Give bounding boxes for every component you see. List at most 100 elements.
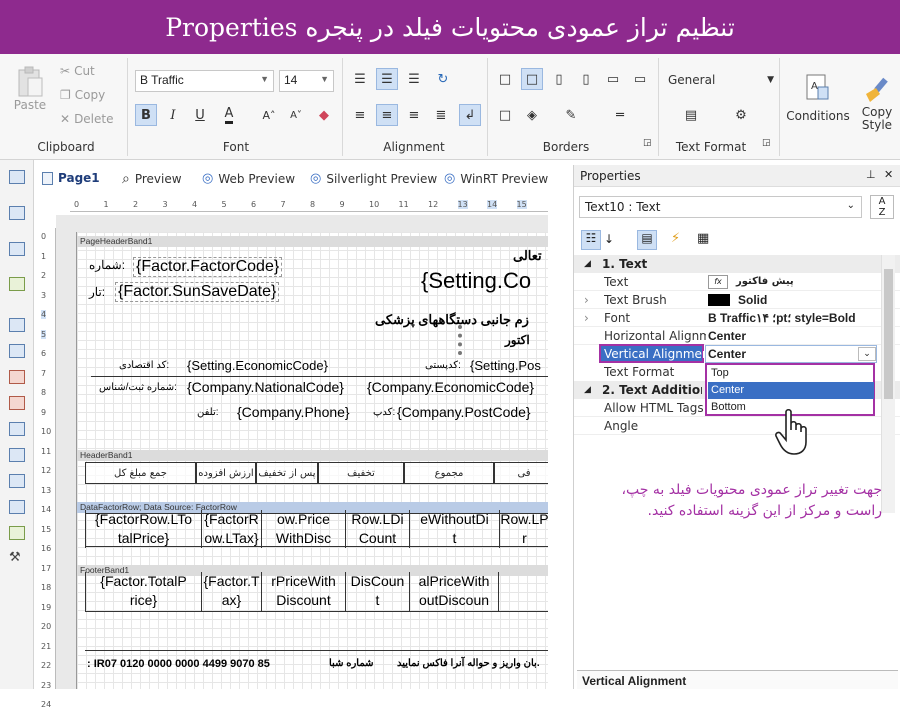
tab-silverlight-preview[interactable]: ◎ Silverlight Preview bbox=[310, 171, 437, 186]
header-cell[interactable]: جمع مبلغ کل bbox=[85, 462, 196, 484]
system-text-icon[interactable] bbox=[9, 396, 25, 410]
format-options-button[interactable]: ⚙ bbox=[730, 104, 752, 126]
dropdown-option-center[interactable]: Center bbox=[708, 382, 874, 399]
band-header-pageheader[interactable]: PageHeaderBand1 bbox=[77, 236, 548, 247]
property-row-vertical-alignment[interactable]: Vertical Alignment Center ⌄ bbox=[574, 344, 900, 363]
scrollbar-thumb[interactable] bbox=[884, 269, 893, 399]
tab-winrt-preview[interactable]: ◎ WinRT Preview bbox=[444, 171, 548, 186]
factor-code-field[interactable]: {Factor.FactorCode} bbox=[133, 257, 283, 277]
font-color-button[interactable]: A bbox=[218, 104, 240, 126]
font-size-combo[interactable]: 14 ▼ bbox=[279, 70, 334, 92]
border-color-button[interactable]: ✎ bbox=[560, 104, 582, 126]
delete-button[interactable]: ✕ Delete bbox=[60, 110, 114, 128]
footer-cell[interactable]: {Factor.T ax} bbox=[201, 572, 261, 612]
align-center-button[interactable]: ≡ bbox=[376, 104, 398, 126]
sort-icon[interactable]: ↓ bbox=[604, 232, 614, 246]
setting-postal-field[interactable]: {Setting.Pos bbox=[470, 358, 541, 373]
word-wrap-button[interactable]: ↲ bbox=[459, 104, 481, 126]
number-format-button[interactable]: ▤ bbox=[680, 104, 702, 126]
component-selector[interactable]: Text10 : Text ⌄ bbox=[579, 196, 862, 218]
richtext-icon[interactable] bbox=[9, 344, 25, 358]
dropdown-option-top[interactable]: Top bbox=[708, 365, 874, 382]
data-cell[interactable]: Row.LDi Count bbox=[345, 510, 409, 548]
text-icon[interactable] bbox=[9, 318, 25, 332]
tab-preview[interactable]: ⌕ Preview bbox=[122, 171, 182, 187]
italic-button[interactable]: I bbox=[162, 104, 184, 126]
container-icon[interactable] bbox=[9, 448, 25, 462]
eraser-button[interactable]: ◆ bbox=[313, 104, 335, 126]
close-icon[interactable]: ✕ bbox=[884, 168, 893, 181]
expand-icon[interactable]: › bbox=[584, 291, 589, 309]
header-cell[interactable]: مجموع bbox=[404, 462, 494, 484]
cross-band-icon[interactable] bbox=[9, 242, 25, 256]
font-family-combo[interactable]: B Traffic ▼ bbox=[135, 70, 274, 92]
align-top-button[interactable]: ☰ bbox=[349, 68, 371, 90]
data-cell[interactable]: eWithoutDi t bbox=[409, 510, 499, 548]
report-tree-icon[interactable] bbox=[9, 170, 25, 184]
border-right-button[interactable]: ▯ bbox=[575, 68, 597, 90]
expand-icon[interactable]: › bbox=[584, 309, 589, 327]
events-icon[interactable]: ⚡ bbox=[671, 231, 680, 246]
header-cell[interactable]: فی bbox=[494, 462, 548, 484]
tab-page1[interactable]: Page1 bbox=[42, 171, 100, 185]
national-code-field[interactable]: {Company.NationalCode} bbox=[187, 379, 344, 395]
company-economic-code-field[interactable]: {Company.EconomicCode} bbox=[367, 379, 534, 395]
align-bottom-button[interactable]: ☰ bbox=[403, 68, 425, 90]
border-left-button[interactable]: ▯ bbox=[548, 68, 570, 90]
copy-style-button[interactable]: Copy Style bbox=[855, 68, 899, 140]
border-none-button[interactable]: □ bbox=[521, 68, 543, 90]
tools-icon[interactable]: ⚒ bbox=[9, 550, 21, 565]
property-row[interactable]: Text fx پیش فاکتور bbox=[574, 273, 900, 291]
resize-handle[interactable] bbox=[458, 325, 462, 355]
band-icon[interactable] bbox=[9, 206, 25, 220]
setting-company-field[interactable]: {Setting.Co bbox=[421, 268, 531, 294]
fill-color-button[interactable]: ◈ bbox=[521, 104, 543, 126]
align-right-button[interactable]: ≡ bbox=[403, 104, 425, 126]
footer-cell[interactable]: rPriceWith Discount bbox=[261, 572, 345, 612]
bold-button[interactable]: B bbox=[135, 104, 157, 126]
company-postcode-field[interactable]: {Company.PostCode} bbox=[397, 404, 531, 420]
data-cell[interactable]: {FactorR ow.LTax} bbox=[201, 510, 261, 548]
expression-icon[interactable]: fx bbox=[708, 275, 728, 289]
underline-button[interactable]: U bbox=[189, 104, 211, 126]
property-row[interactable]: › Text Brush Solid bbox=[574, 291, 900, 309]
property-pages-icon[interactable]: ▦ bbox=[697, 231, 709, 246]
data-cell[interactable]: Row.LP r bbox=[499, 510, 548, 548]
image-icon[interactable] bbox=[9, 277, 25, 291]
properties-view-icon[interactable]: ▤ bbox=[637, 230, 657, 250]
rotate-text-button[interactable]: ↻ bbox=[432, 68, 454, 90]
section-header[interactable]: ◢ 1. Text bbox=[574, 255, 900, 273]
text-format-combo[interactable]: General ▼ bbox=[668, 70, 774, 90]
pin-icon[interactable]: ⊥ bbox=[866, 168, 876, 181]
align-left-button[interactable]: ≡ bbox=[349, 104, 371, 126]
footer-cell[interactable]: DisCoun t bbox=[345, 572, 409, 612]
phone-field[interactable]: {Company.Phone} bbox=[237, 404, 350, 420]
chevron-down-icon[interactable]: ⌄ bbox=[858, 347, 876, 361]
property-row[interactable]: › Font B Traffic؛ ۱۴pt؛ style=Bold bbox=[574, 309, 900, 327]
table-icon[interactable] bbox=[9, 500, 25, 514]
text-component-icon[interactable] bbox=[9, 370, 25, 384]
justify-button[interactable]: ≣ bbox=[430, 104, 452, 126]
band-header-header[interactable]: HeaderBand1 bbox=[77, 450, 548, 461]
sun-save-date-field[interactable]: {Factor.SunSaveDate} bbox=[115, 282, 280, 302]
border-outside-button[interactable]: □ bbox=[494, 104, 516, 126]
conditions-button[interactable]: A Conditions bbox=[784, 68, 852, 128]
economic-code-field[interactable]: {Setting.EconomicCode} bbox=[187, 358, 328, 373]
header-cell[interactable]: تخفیف bbox=[318, 462, 404, 484]
footer-cell[interactable]: alPriceWith outDiscoun bbox=[409, 572, 499, 612]
shrink-font-button[interactable]: A˅ bbox=[285, 104, 307, 126]
tab-web-preview[interactable]: ◎ Web Preview bbox=[202, 171, 295, 186]
grow-font-button[interactable]: A˄ bbox=[258, 104, 280, 126]
property-grid-scrollbar[interactable] bbox=[881, 255, 895, 513]
property-row[interactable]: Horizontal Alignmen Center bbox=[574, 327, 900, 345]
border-top-button[interactable]: ▭ bbox=[602, 68, 624, 90]
sort-az-icon[interactable]: AZ bbox=[870, 195, 894, 219]
chart-icon[interactable] bbox=[9, 526, 25, 540]
panel-icon[interactable] bbox=[9, 422, 25, 436]
subreport-icon[interactable] bbox=[9, 474, 25, 488]
header-cell[interactable]: پس از تخفیف bbox=[256, 462, 318, 484]
paste-button[interactable]: Paste bbox=[8, 60, 52, 118]
categorized-icon[interactable]: ☷ bbox=[581, 230, 601, 250]
data-cell[interactable]: {FactorRow.LTo talPrice} bbox=[85, 510, 201, 548]
textformat-dialog-launcher[interactable]: ◲ bbox=[762, 138, 771, 148]
